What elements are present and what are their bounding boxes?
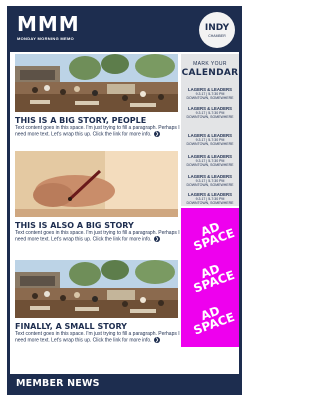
ad-label: AD SPACE [191, 303, 237, 338]
calendar-heading: CALENDAR [181, 68, 239, 78]
arrow-circle-icon[interactable]: ❯ [153, 131, 160, 138]
mmm-logo[interactable]: MMM [17, 13, 80, 35]
ad-label: AD SPACE [191, 219, 237, 254]
calendar-event[interactable]: LAGERS & LEADERS 9.3.17 | 5-7:30 PM DOWN… [181, 133, 239, 146]
calendar-event[interactable]: LAGERS & LEADERS 9.3.17 | 5-7:30 PM DOWN… [181, 87, 239, 100]
calendar-sidebar: MARK YOUR CALENDAR LAGERS & LEADERS 9.3.… [181, 54, 239, 206]
event-location: DOWNTOWN, SOMEWHERE [186, 183, 234, 188]
event-location: DOWNTOWN, SOMEWHERE [186, 201, 234, 206]
header-bar: MMM MONDAY MORNING MEMO INDY CHAMBER [10, 9, 239, 52]
calendar-event[interactable]: LAGERS & LEADERS 9.3.17 | 5-7:30 PM DOWN… [181, 174, 239, 187]
member-news-bar: MEMBER NEWS [10, 374, 239, 392]
story-3-body: Text content goes in this space. I'm jus… [15, 331, 181, 344]
ad-label: AD SPACE [191, 261, 237, 296]
ad-space-banner[interactable]: AD SPACE AD SPACE AD SPACE [181, 208, 239, 347]
arrow-circle-icon[interactable]: ❯ [153, 337, 160, 344]
patio-photo [15, 260, 178, 318]
story-2-image[interactable] [15, 151, 178, 217]
story-1-image[interactable] [15, 54, 178, 112]
story-1-title[interactable]: THIS IS A BIG STORY, PEOPLE [15, 116, 180, 125]
story-2-body: Text content goes in this space. I'm jus… [15, 230, 181, 243]
calendar-event[interactable]: LAGERS & LEADERS 9.3.17 | 5-7:30 PM DOWN… [181, 106, 239, 119]
calendar-heading-top: MARK YOUR [193, 61, 227, 67]
indy-badge-top: INDY [204, 23, 230, 33]
story-1-body: Text content goes in this space. I'm jus… [15, 125, 181, 138]
story-3-title[interactable]: FINALLY, A SMALL STORY [15, 322, 180, 331]
member-news-title[interactable]: MEMBER NEWS [16, 378, 100, 389]
event-location: DOWNTOWN, SOMEWHERE [186, 163, 234, 168]
story-3-image[interactable] [15, 260, 178, 318]
calendar-event[interactable]: LAGERS & LEADERS 9.3.17 | 5-7:30 PM DOWN… [181, 154, 239, 167]
indy-chamber-logo[interactable]: INDY CHAMBER [199, 12, 235, 48]
newsletter-frame: MMM MONDAY MORNING MEMO INDY CHAMBER THI… [7, 6, 242, 395]
event-location: DOWNTOWN, SOMEWHERE [186, 96, 234, 101]
story-2-title[interactable]: THIS IS ALSO A BIG STORY [15, 221, 180, 230]
event-location: DOWNTOWN, SOMEWHERE [186, 115, 234, 120]
patio-photo [15, 54, 178, 112]
calendar-event[interactable]: LAGERS & LEADERS 9.3.17 | 5-7:30 PM DOWN… [181, 192, 239, 205]
arrow-circle-icon[interactable]: ❯ [153, 236, 160, 243]
writing-photo [15, 151, 178, 217]
event-location: DOWNTOWN, SOMEWHERE [186, 142, 234, 147]
logo-subtitle: MONDAY MORNING MEMO [17, 36, 75, 41]
indy-badge-bottom: CHAMBER [208, 34, 226, 38]
